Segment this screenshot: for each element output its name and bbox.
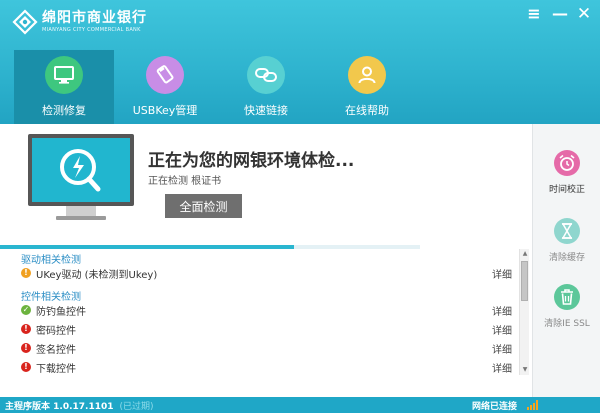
- bank-logo-icon: [12, 9, 38, 35]
- detail-link[interactable]: 详细: [492, 303, 512, 318]
- user-icon: [358, 66, 376, 84]
- scan-status-text: 正在检测 根证书: [148, 176, 222, 187]
- version-text: 主程序版本 1.0.17.1101: [5, 401, 114, 412]
- close-button[interactable]: ✕: [574, 4, 594, 24]
- nav-item-label: 在线帮助: [345, 104, 389, 117]
- header: 绵阳市商业银行 MIANYANG CITY COMMERCIAL BANK ≡ …: [0, 0, 600, 124]
- full-scan-button[interactable]: 全面检测: [165, 194, 242, 218]
- clear-ie-ssl-button[interactable]: 清除IE SSL: [533, 284, 600, 329]
- hourglass-icon: [561, 223, 573, 239]
- check-row-download: ! 下载控件 详细: [21, 358, 516, 376]
- check-list: 驱动相关检测 ! UKey驱动 (未检测到Ukey) 详细 控件相关检测 ✓ 防…: [0, 250, 532, 375]
- trash-icon: [561, 289, 573, 305]
- warning-icon: !: [21, 268, 31, 278]
- alarm-clock-icon: [559, 154, 575, 171]
- error-icon: !: [21, 343, 31, 353]
- usbkey-icon: [156, 65, 174, 84]
- monitor-scan-illustration: [28, 134, 134, 220]
- detail-link[interactable]: 详细: [492, 341, 512, 356]
- nav-item-quick-links[interactable]: 快速链接: [216, 50, 316, 124]
- error-icon: !: [21, 362, 31, 372]
- nav-item-label: USBKey管理: [132, 104, 198, 117]
- main-panel: 正在为您的网银环境体检... 正在检测 根证书 全面检测 驱动相关检测 ! UK…: [0, 124, 532, 397]
- link-icon: [255, 68, 277, 82]
- check-list-scrollbar[interactable]: ▲ ▼: [519, 249, 529, 375]
- menu-button[interactable]: ≡: [524, 4, 544, 24]
- check-row-signature: ! 签名控件 详细: [21, 339, 516, 357]
- tool-icon-wrap: [554, 150, 580, 176]
- nav-item-online-help[interactable]: 在线帮助: [317, 50, 417, 124]
- bank-name: 绵阳市商业银行: [42, 10, 147, 26]
- scroll-down-icon[interactable]: ▼: [521, 366, 529, 374]
- status-bar: 主程序版本 1.0.17.1101 (已过期) 网络已连接: [0, 397, 600, 413]
- check-label: UKey驱动 (未检测到Ukey): [36, 269, 158, 281]
- clear-cache-button[interactable]: 清除缓存: [533, 218, 600, 263]
- nav-item-label: 快速链接: [244, 104, 288, 117]
- scan-title: 正在为您的网银环境体检...: [148, 151, 355, 171]
- check-label: 防钓鱼控件: [36, 306, 86, 318]
- nav-item-usbkey[interactable]: USBKey管理: [115, 50, 215, 124]
- check-label: 签名控件: [36, 344, 76, 356]
- bank-logo: 绵阳市商业银行 MIANYANG CITY COMMERCIAL BANK: [12, 8, 147, 36]
- tool-label: 清除缓存: [548, 253, 585, 263]
- detail-link[interactable]: 详细: [492, 322, 512, 337]
- nav-icon-wrap: [45, 56, 83, 94]
- check-label: 密码控件: [36, 325, 76, 337]
- check-label: 下载控件: [36, 363, 76, 375]
- main-nav: 检测修复 USBKey管理 快速链接 在线帮助: [14, 50, 417, 124]
- error-icon: !: [21, 324, 31, 334]
- minimize-button[interactable]: —: [550, 4, 570, 24]
- detail-link[interactable]: 详细: [492, 266, 512, 281]
- scroll-up-icon[interactable]: ▲: [521, 250, 529, 258]
- check-row-password: ! 密码控件 详细: [21, 320, 516, 338]
- nav-icon-wrap: [348, 56, 386, 94]
- tools-panel: 时间校正 清除缓存 清除IE SSL: [532, 124, 600, 397]
- tool-label: 时间校正: [548, 185, 585, 195]
- tool-icon-wrap: [554, 218, 580, 244]
- bank-name-en: MIANYANG CITY COMMERCIAL BANK: [42, 27, 141, 33]
- network-status-text: 网络已连接: [472, 402, 518, 412]
- tool-label: 清除IE SSL: [544, 319, 590, 329]
- nav-item-label: 检测修复: [42, 104, 86, 117]
- nav-icon-wrap: [146, 56, 184, 94]
- nav-icon-wrap: [247, 56, 285, 94]
- check-ok-icon: ✓: [21, 305, 31, 315]
- nav-item-detect-repair[interactable]: 检测修复: [14, 50, 114, 124]
- signal-icon: [527, 400, 538, 410]
- scan-progress-bar: [0, 245, 420, 249]
- scan-progress-fill: [0, 245, 294, 249]
- version-status-text: (已过期): [119, 401, 154, 412]
- scroll-thumb[interactable]: [521, 261, 528, 301]
- check-row-ukey-driver: ! UKey驱动 (未检测到Ukey) 详细: [21, 264, 516, 282]
- monitor-icon: [54, 66, 74, 84]
- detail-link[interactable]: 详细: [492, 360, 512, 375]
- time-correction-button[interactable]: 时间校正: [533, 150, 600, 195]
- tool-icon-wrap: [554, 284, 580, 310]
- check-row-anti-phishing: ✓ 防钓鱼控件 详细: [21, 301, 516, 319]
